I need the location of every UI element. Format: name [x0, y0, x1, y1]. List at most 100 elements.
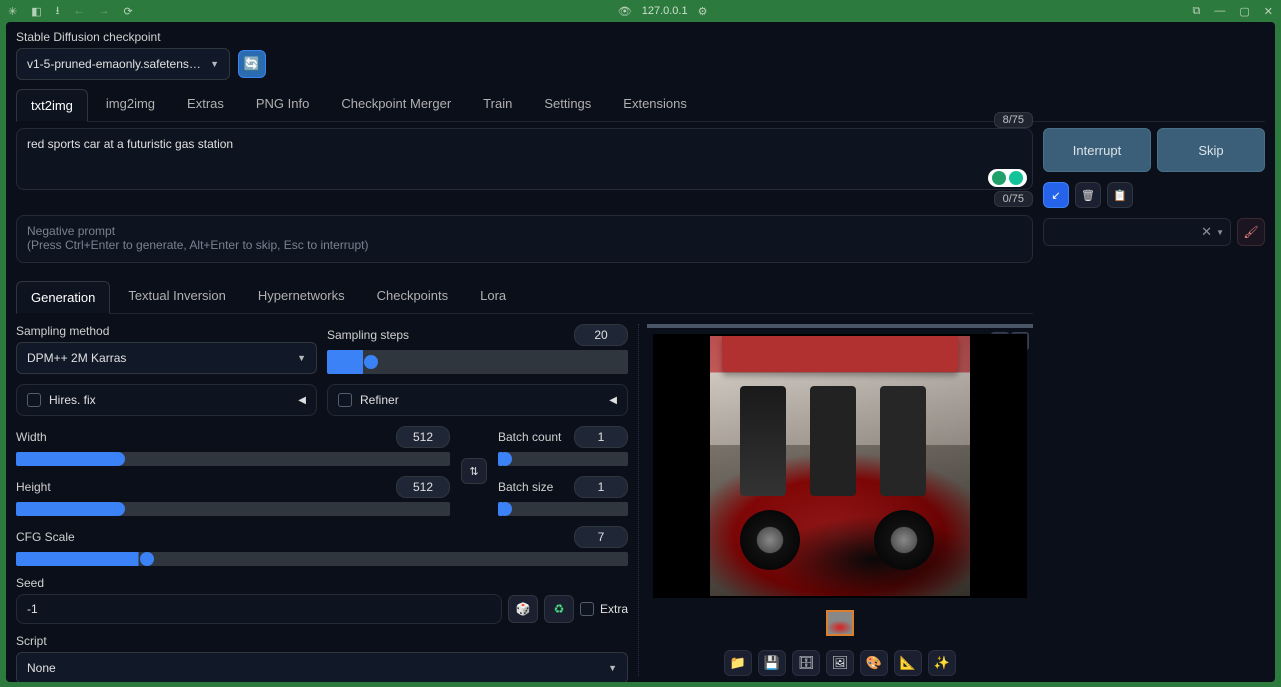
refresh-checkpoint-button[interactable]: 🔄 [238, 50, 266, 78]
close-window-icon[interactable]: ✕ [1264, 5, 1273, 18]
image-icon: 🖼 [832, 655, 849, 671]
settings-sliders-icon[interactable]: ⚙ [698, 5, 708, 18]
back-icon[interactable]: ← [73, 5, 84, 17]
save-button[interactable]: 💾 [758, 650, 786, 676]
app-icon: ✳ [8, 5, 17, 18]
edit-styles-button[interactable]: 🖌 [1237, 218, 1265, 246]
styles-select[interactable]: ✕ ▼ [1043, 218, 1231, 246]
prompt-input[interactable] [16, 128, 1033, 190]
subtab-lora[interactable]: Lora [466, 280, 520, 313]
batch-count-value[interactable]: 1 [574, 426, 628, 448]
prompt-assist-icons [988, 169, 1027, 187]
chevron-down-icon: ▼ [608, 663, 617, 673]
negative-prompt-input[interactable] [16, 215, 1033, 263]
width-value[interactable]: 512 [396, 426, 450, 448]
save-icon: 💾 [764, 655, 780, 671]
hires-fix-label: Hires. fix [49, 393, 96, 407]
skip-button[interactable]: Skip [1157, 128, 1265, 172]
sidebar-toggle-icon[interactable]: ◧ [31, 5, 41, 18]
script-value: None [27, 661, 56, 675]
tab-extensions[interactable]: Extensions [609, 88, 701, 121]
batch-size-value[interactable]: 1 [574, 476, 628, 498]
palette-icon: 🎨 [866, 655, 882, 671]
subtab-checkpoints[interactable]: Checkpoints [363, 280, 463, 313]
sampling-method-value: DPM++ 2M Karras [27, 351, 126, 365]
download-icon[interactable]: ⭳ [56, 2, 60, 21]
tab-img2img[interactable]: img2img [92, 88, 169, 121]
width-label: Width [16, 430, 47, 444]
refiner-label: Refiner [360, 393, 399, 407]
sampling-steps-slider[interactable] [327, 350, 628, 374]
batch-size-label: Batch size [498, 480, 553, 494]
refresh-icon: 🔄 [244, 56, 260, 72]
sampling-steps-value[interactable]: 20 [574, 324, 628, 346]
hires-fix-checkbox[interactable] [27, 393, 41, 407]
tab-train[interactable]: Train [469, 88, 526, 121]
assist-icon-1[interactable] [992, 171, 1006, 185]
send-inpaint-button[interactable]: 🎨 [860, 650, 888, 676]
batch-size-slider[interactable] [498, 502, 628, 516]
archive-icon: 🗄 [798, 655, 815, 671]
clear-prompt-button[interactable]: 🗑 [1075, 182, 1101, 208]
tab-settings[interactable]: Settings [530, 88, 605, 121]
upscale-button[interactable]: ✨ [928, 650, 956, 676]
tab-txt2img[interactable]: txt2img [16, 89, 88, 122]
view-icon[interactable]: 👁 [618, 5, 632, 18]
seed-input[interactable] [16, 594, 502, 624]
output-thumbnail[interactable] [826, 610, 854, 636]
cfg-slider[interactable] [16, 552, 628, 566]
image-detail [740, 510, 800, 570]
interrupt-button[interactable]: Interrupt [1043, 128, 1151, 172]
prompt-token-count: 8/75 [994, 112, 1033, 128]
generated-image[interactable] [710, 336, 970, 596]
checkpoint-select[interactable]: v1-5-pruned-emaonly.safetensors [6ce0161… [16, 48, 230, 80]
height-value[interactable]: 512 [396, 476, 450, 498]
cfg-label: CFG Scale [16, 530, 75, 544]
script-label: Script [16, 634, 628, 648]
random-seed-button[interactable]: 🎲 [508, 595, 538, 623]
width-slider[interactable] [16, 452, 450, 466]
generation-subtabs: Generation Textual Inversion Hypernetwor… [16, 280, 1033, 314]
sampling-steps-label: Sampling steps [327, 328, 409, 342]
sampling-method-label: Sampling method [16, 324, 317, 338]
maximize-icon[interactable]: ▢ [1239, 5, 1249, 18]
subtab-hypernetworks[interactable]: Hypernetworks [244, 280, 359, 313]
height-label: Height [16, 480, 51, 494]
script-select[interactable]: None ▼ [16, 652, 628, 682]
cfg-value[interactable]: 7 [574, 526, 628, 548]
height-slider[interactable] [16, 502, 450, 516]
sparkle-icon: ✨ [934, 655, 950, 671]
tab-checkpoint-merger[interactable]: Checkpoint Merger [327, 88, 465, 121]
swap-dimensions-button[interactable]: ⇅ [461, 458, 487, 484]
chevron-down-icon: ▼ [1216, 228, 1224, 237]
send-extras-button[interactable]: 📐 [894, 650, 922, 676]
forward-icon[interactable]: → [98, 5, 109, 17]
panel-icon[interactable]: ⧉ [1193, 5, 1201, 18]
trash-icon: 🗑 [1081, 189, 1095, 202]
open-folder-button[interactable]: 📁 [724, 650, 752, 676]
tab-pnginfo[interactable]: PNG Info [242, 88, 323, 121]
refiner-checkbox[interactable] [338, 393, 352, 407]
paste-button[interactable]: 📋 [1107, 182, 1133, 208]
subtab-textual-inversion[interactable]: Textual Inversion [114, 280, 240, 313]
minimize-icon[interactable]: — [1214, 5, 1225, 17]
clipboard-icon: 📋 [1113, 189, 1127, 202]
window-titlebar: ✳ ◧ ⭳ ← → ⟳ 👁 127.0.0.1 ⚙ ⧉ — ▢ ✕ [0, 0, 1281, 22]
hires-fix-toggle[interactable]: Hires. fix ◀ [16, 384, 317, 416]
reuse-seed-button[interactable]: ♻ [544, 595, 574, 623]
refiner-toggle[interactable]: Refiner ◀ [327, 384, 628, 416]
main-tabs: txt2img img2img Extras PNG Info Checkpoi… [16, 88, 1265, 122]
assist-icon-2[interactable] [1009, 171, 1023, 185]
send-img2img-button[interactable]: 🖼 [826, 650, 854, 676]
fill-prompt-button[interactable]: ↙ [1043, 182, 1069, 208]
seed-extra-checkbox[interactable] [580, 602, 594, 616]
brush-icon: 🖌 [1243, 225, 1258, 239]
collapse-left-icon: ◀ [609, 395, 617, 406]
batch-count-slider[interactable] [498, 452, 628, 466]
subtab-generation[interactable]: Generation [16, 281, 110, 314]
reload-icon[interactable]: ⟳ [123, 5, 132, 18]
tab-extras[interactable]: Extras [173, 88, 238, 121]
sampling-method-select[interactable]: DPM++ 2M Karras ▼ [16, 342, 317, 374]
zip-button[interactable]: 🗄 [792, 650, 820, 676]
clear-style-icon[interactable]: ✕ [1201, 224, 1212, 240]
